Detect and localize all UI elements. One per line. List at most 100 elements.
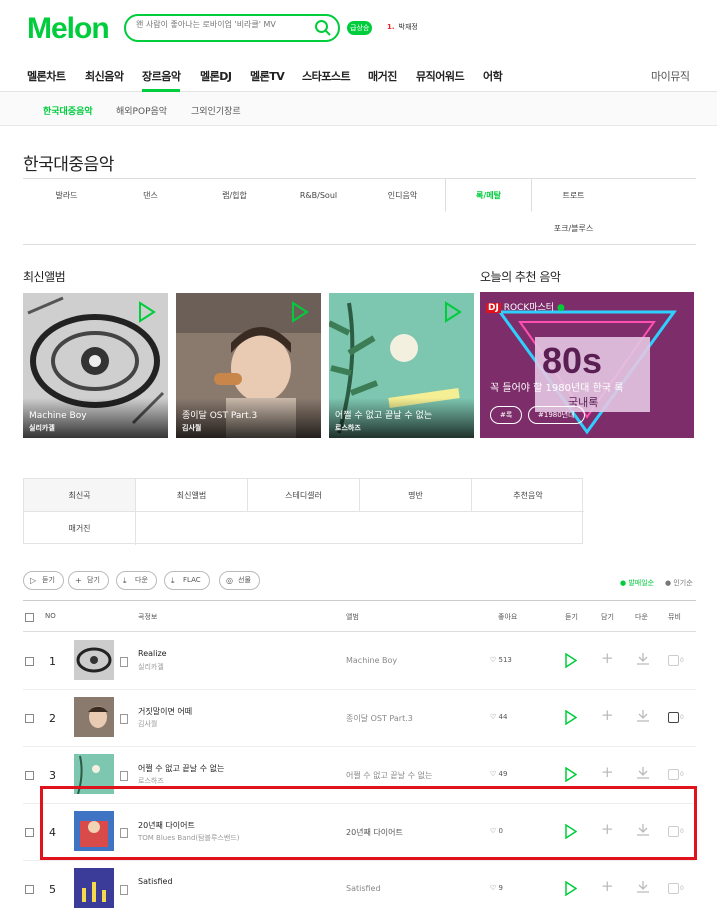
- melon-logo[interactable]: Melon: [27, 12, 110, 46]
- album-thumb[interactable]: [74, 640, 114, 680]
- recommend-card[interactable]: DJ ROCK마스터 ● 80s 꼭 들어야 할 1980년대 한국 록 국내록…: [480, 292, 694, 438]
- row-checkbox[interactable]: [25, 771, 34, 780]
- play-icon[interactable]: [565, 880, 578, 900]
- like-button[interactable]: ♡ 49: [490, 770, 507, 778]
- tab-steady[interactable]: 스테디셀러: [248, 479, 360, 512]
- play-icon[interactable]: [444, 301, 462, 327]
- play-icon[interactable]: [565, 709, 578, 729]
- info-icon[interactable]: [120, 714, 128, 724]
- album-card[interactable]: 종이달 OST Part.3 김사월: [176, 293, 321, 438]
- nav-mymusic[interactable]: 마이뮤직: [651, 68, 690, 84]
- mv-icon[interactable]: [668, 712, 679, 723]
- dj-name[interactable]: ROCK마스터: [504, 303, 554, 313]
- song-album[interactable]: Machine Boy: [346, 656, 397, 665]
- select-all-checkbox[interactable]: [25, 613, 34, 622]
- realtime-rank[interactable]: 1. 박재정: [387, 22, 418, 32]
- row-checkbox[interactable]: [25, 828, 34, 837]
- song-artist[interactable]: 로스하즈: [138, 776, 164, 786]
- nav-genre[interactable]: 장르음악: [142, 68, 181, 92]
- mv-icon[interactable]: [668, 769, 679, 780]
- album-thumb[interactable]: [74, 697, 114, 737]
- song-title[interactable]: 어쩔 수 없고 끝날 수 없는: [138, 763, 224, 774]
- download-button[interactable]: ⤓ 다운: [116, 571, 157, 590]
- play-icon[interactable]: [565, 766, 578, 786]
- play-icon[interactable]: [291, 301, 309, 327]
- song-title[interactable]: 거짓말이면 어떼: [138, 706, 192, 717]
- mv-icon[interactable]: [668, 655, 679, 666]
- nav-awards[interactable]: 뮤직어워드: [416, 68, 465, 84]
- like-button[interactable]: ♡ 44: [490, 713, 507, 721]
- album-title[interactable]: 어쩔 수 없고 끝날 수 없는: [335, 408, 432, 421]
- genre-indie[interactable]: 인디음악: [359, 179, 446, 212]
- play-icon[interactable]: [565, 652, 578, 672]
- add-button[interactable]: + 담기: [68, 571, 109, 590]
- sort-popular[interactable]: ● 인기순: [665, 578, 693, 588]
- album-artist[interactable]: 김사월: [182, 423, 201, 433]
- info-icon[interactable]: [120, 657, 128, 667]
- genre-ballad[interactable]: 발라드: [23, 179, 110, 212]
- genre-hiphop[interactable]: 랩/힙합: [191, 179, 278, 212]
- search-input[interactable]: [136, 20, 308, 29]
- nav-starpost[interactable]: 스타포스트: [302, 68, 351, 84]
- genre-dance[interactable]: 댄스: [107, 179, 194, 212]
- genre-trot[interactable]: 트로트: [530, 179, 617, 212]
- play-icon[interactable]: [138, 301, 156, 327]
- tag-1980s[interactable]: #1980년대: [528, 406, 585, 424]
- download-icon[interactable]: [636, 879, 650, 898]
- nav-latest[interactable]: 최신음악: [85, 68, 124, 84]
- genre-rock[interactable]: 록/메탈: [445, 179, 532, 212]
- info-icon[interactable]: [120, 885, 128, 895]
- song-artist[interactable]: 김사월: [138, 719, 157, 729]
- like-button[interactable]: ♡ 9: [490, 884, 503, 892]
- song-album[interactable]: 어쩔 수 없고 끝날 수 없는: [346, 770, 432, 781]
- tag-rock[interactable]: #록: [490, 406, 523, 424]
- genre-folk[interactable]: 포크/블루스: [530, 212, 617, 245]
- album-card[interactable]: Machine Boy 실리카겔: [23, 293, 168, 438]
- add-icon[interactable]: +: [601, 765, 614, 780]
- song-album[interactable]: Satisfied: [346, 884, 381, 893]
- song-title[interactable]: Satisfied: [138, 877, 173, 886]
- nav-magazine[interactable]: 매거진: [368, 68, 397, 84]
- album-title[interactable]: Machine Boy: [29, 411, 87, 421]
- recommend-headline[interactable]: 꼭 들어야 할 1980년대 한국 록: [490, 379, 623, 394]
- tab-latest-albums[interactable]: 최신앨범: [136, 479, 248, 512]
- album-artist[interactable]: 로스하즈: [335, 423, 361, 433]
- tab-recommend[interactable]: 추천음악: [472, 479, 584, 512]
- mv-icon[interactable]: [668, 883, 679, 894]
- nav-dj[interactable]: 멜론DJ: [200, 68, 232, 84]
- album-card[interactable]: 어쩔 수 없고 끝날 수 없는 로스하즈: [329, 293, 474, 438]
- row-checkbox[interactable]: [25, 657, 34, 666]
- subnav-pop[interactable]: 해외POP음악: [116, 104, 167, 117]
- subnav-kpop[interactable]: 한국대중음악: [43, 104, 93, 117]
- song-album[interactable]: 종이달 OST Part.3: [346, 713, 413, 724]
- song-artist[interactable]: 실리카겔: [138, 662, 164, 672]
- listen-button[interactable]: ▷ 듣기: [23, 571, 64, 590]
- add-icon[interactable]: +: [601, 879, 614, 894]
- mv-count: 0: [680, 885, 684, 892]
- tab-classics[interactable]: 명반: [360, 479, 472, 512]
- search-icon[interactable]: [314, 19, 332, 41]
- song-title[interactable]: Realize: [138, 649, 167, 658]
- add-icon[interactable]: +: [601, 708, 614, 723]
- info-icon[interactable]: [120, 771, 128, 781]
- album-artist[interactable]: 실리카겔: [29, 423, 55, 433]
- like-button[interactable]: ♡ 513: [490, 656, 512, 664]
- subnav-other[interactable]: 그외인기장르: [191, 104, 241, 117]
- nav-language[interactable]: 어학: [483, 68, 503, 84]
- nav-chart[interactable]: 멜론차트: [27, 68, 66, 84]
- gift-button[interactable]: ◎ 선물: [219, 571, 260, 590]
- download-icon[interactable]: [636, 708, 650, 727]
- add-icon[interactable]: +: [601, 651, 614, 666]
- download-icon[interactable]: [636, 765, 650, 784]
- tab-magazine[interactable]: 매거진: [24, 512, 136, 545]
- tab-latest-songs[interactable]: 최신곡: [24, 479, 136, 512]
- sort-release[interactable]: ● 발매일순: [620, 578, 654, 588]
- album-title[interactable]: 종이달 OST Part.3: [182, 408, 257, 421]
- flac-button[interactable]: ⤓ FLAC: [164, 571, 210, 590]
- search-box[interactable]: [124, 14, 340, 42]
- album-thumb[interactable]: [74, 868, 114, 908]
- download-icon[interactable]: [636, 651, 650, 670]
- genre-rnb[interactable]: R&B/Soul: [275, 179, 362, 212]
- nav-tv[interactable]: 멜론TV: [250, 68, 285, 84]
- row-checkbox[interactable]: [25, 714, 34, 723]
